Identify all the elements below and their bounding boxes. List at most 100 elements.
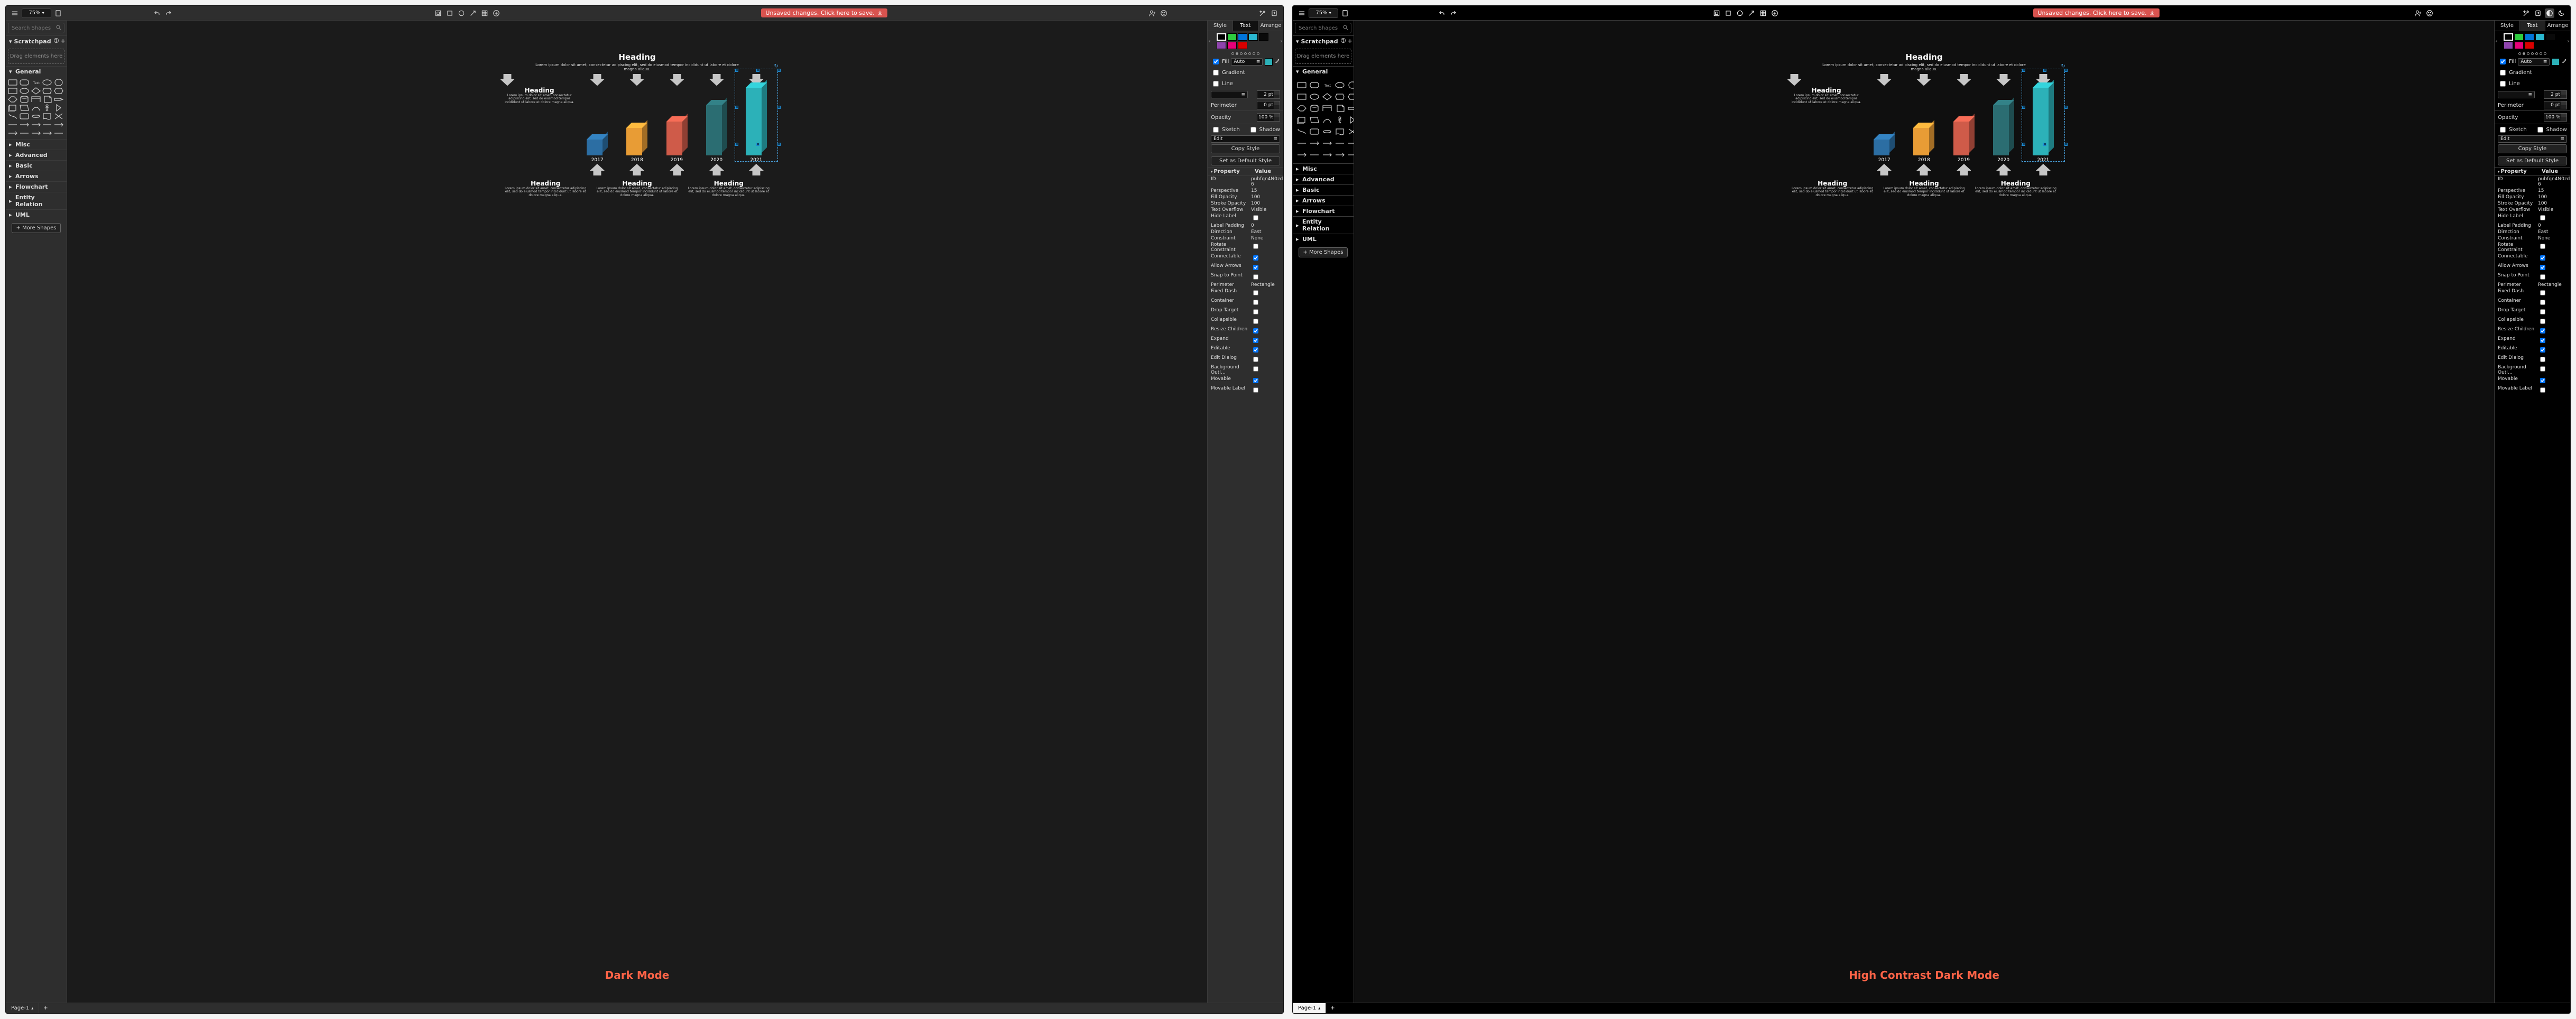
shape-10[interactable] [8, 96, 17, 103]
shape-19[interactable] [54, 104, 63, 112]
prop-val[interactable] [2538, 263, 2567, 272]
fill-color[interactable] [2552, 58, 2559, 66]
zoom-select[interactable]: 75% [1309, 8, 1338, 18]
shape-3[interactable] [1335, 81, 1345, 89]
rect-icon[interactable] [1723, 8, 1733, 18]
add-page[interactable]: + [1326, 1005, 1339, 1011]
prop-check[interactable] [1253, 215, 1258, 220]
scratchpad-section[interactable]: ▾ Scratchpad + [6, 35, 67, 47]
face-icon[interactable] [2425, 8, 2434, 18]
prop-check[interactable] [2540, 328, 2545, 334]
prop-val[interactable] [2538, 346, 2567, 354]
page-icon[interactable] [1340, 8, 1350, 18]
shape-21[interactable] [1310, 127, 1319, 136]
category-basic[interactable]: ▸ Basic [1293, 184, 1354, 195]
grid-icon[interactable] [1758, 8, 1768, 18]
prop-check[interactable] [2540, 387, 2545, 393]
swatch-7[interactable] [1238, 42, 1247, 49]
default-style-button[interactable]: Set as Default Style [2498, 156, 2567, 165]
category-misc[interactable]: ▸ Misc [1293, 163, 1354, 174]
selection-handle[interactable] [756, 143, 759, 146]
connector-3[interactable] [42, 121, 52, 128]
page-icon[interactable] [53, 8, 63, 18]
shape-0[interactable] [8, 79, 17, 86]
tab-style[interactable]: Style [1208, 21, 1233, 31]
layout-icon[interactable] [2533, 8, 2543, 18]
chevron-icon[interactable]: ▴ [31, 1006, 33, 1011]
save-button[interactable]: Unsaved changes. Click here to save. [761, 8, 887, 17]
prop-val[interactable] [2538, 214, 2567, 222]
prop-val[interactable]: pubfqn4N0zdxAbnvb6L2-6 [2538, 177, 2567, 187]
gradient-check[interactable] [1213, 70, 1219, 76]
shape-14[interactable] [54, 96, 63, 103]
shadow-check[interactable] [1250, 127, 1256, 133]
tab-arrange[interactable]: Arrange [1258, 21, 1283, 31]
connector-9[interactable] [54, 129, 63, 137]
shape-13[interactable] [42, 96, 52, 103]
save-button[interactable]: Unsaved changes. Click here to save. [2033, 8, 2159, 17]
more-shapes-button[interactable]: +More Shapes [12, 223, 61, 233]
fill-check[interactable] [2500, 59, 2506, 64]
prop-val[interactable] [1251, 346, 1280, 354]
category-uml[interactable]: ▸ UML [6, 209, 67, 220]
prop-val[interactable] [2538, 289, 2567, 297]
share-icon[interactable] [2413, 8, 2423, 18]
shape-11[interactable] [1310, 104, 1319, 113]
connector-2[interactable] [31, 121, 41, 128]
prop-check[interactable] [1253, 244, 1258, 249]
connector-2[interactable] [1322, 139, 1332, 147]
help-icon[interactable] [1340, 38, 1346, 45]
shape-1[interactable] [1310, 81, 1319, 89]
fill-mode[interactable]: Auto [2518, 58, 2550, 66]
shape-20[interactable] [8, 113, 17, 120]
prop-check[interactable] [1253, 366, 1258, 372]
swatch-pager[interactable] [1208, 51, 1283, 56]
fit-icon[interactable] [1712, 8, 1721, 18]
tab-text[interactable]: Text [1233, 21, 1258, 31]
swatch-4[interactable] [1259, 33, 1268, 41]
menu-icon[interactable] [1297, 8, 1306, 18]
plus-icon[interactable]: + [1348, 38, 1352, 45]
selection-handle[interactable] [2022, 69, 2025, 72]
face-icon[interactable] [1159, 8, 1169, 18]
shape-7[interactable] [1322, 92, 1332, 101]
shape-2[interactable]: Text [1322, 81, 1332, 89]
category-flowchart[interactable]: ▸ Flowchart [1293, 206, 1354, 216]
prop-val[interactable]: 100 [2538, 194, 2567, 200]
chart-col-2021[interactable]: 2021 ↻ [738, 73, 774, 177]
connector-6[interactable] [1310, 151, 1319, 159]
gradient-check[interactable] [2500, 70, 2506, 76]
prop-check[interactable] [2540, 244, 2545, 249]
prop-check[interactable] [2540, 300, 2545, 305]
next-swatches[interactable]: › [2566, 39, 2570, 44]
canvas[interactable]: Heading Lorem ipsum dolor sit amet, cons… [67, 21, 1207, 1003]
prop-val[interactable] [1251, 386, 1280, 394]
prop-val[interactable] [2538, 298, 2567, 307]
fill-check[interactable] [1213, 59, 1219, 64]
perimeter-val[interactable] [2544, 101, 2567, 109]
prop-check[interactable] [1253, 387, 1258, 393]
swatch-5[interactable] [1217, 42, 1226, 49]
prop-check[interactable] [2540, 338, 2545, 343]
perimeter-val[interactable] [1257, 101, 1280, 109]
scratchpad-section[interactable]: ▾ Scratchpad + [1293, 35, 1354, 47]
prop-val[interactable] [1251, 263, 1280, 272]
swatch-4[interactable] [2546, 33, 2555, 41]
prop-val[interactable]: None [1251, 236, 1280, 241]
selection-handle[interactable] [2064, 143, 2068, 146]
prop-val[interactable]: 15 [1251, 188, 1280, 193]
zoom-select[interactable]: 75% [22, 8, 51, 18]
fit-icon[interactable] [433, 8, 443, 18]
shape-18[interactable] [1335, 116, 1345, 124]
ellipse-icon[interactable] [457, 8, 466, 18]
prop-val[interactable] [1251, 317, 1280, 326]
rotate-handle[interactable]: ↻ [2061, 63, 2066, 69]
selection-handle[interactable] [777, 106, 781, 109]
shape-16[interactable] [1310, 116, 1319, 124]
prop-val[interactable] [2538, 365, 2567, 375]
selection-handle[interactable] [735, 143, 738, 146]
prop-val[interactable] [1251, 376, 1280, 385]
magic-icon[interactable] [1258, 8, 1267, 18]
swatch-7[interactable] [2525, 42, 2534, 49]
category-entity-relation[interactable]: ▸ Entity Relation [1293, 216, 1354, 234]
